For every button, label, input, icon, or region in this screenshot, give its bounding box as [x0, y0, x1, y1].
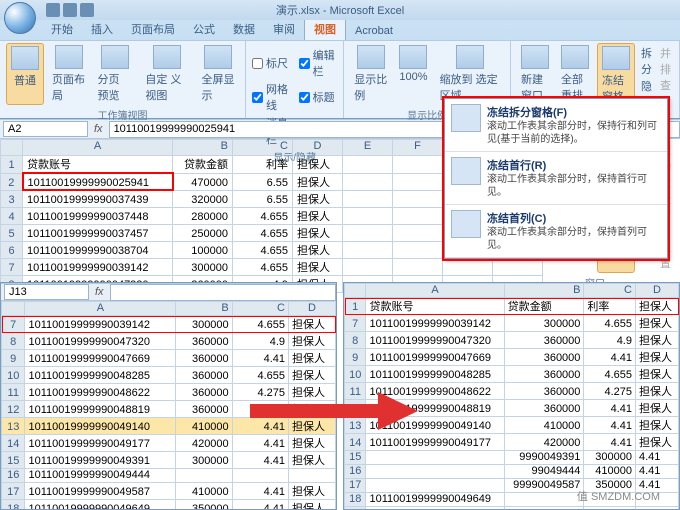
freeze-top-row-item[interactable]: 冻结首行(R)滚动工作表其余部分时，保持首行可见。	[445, 152, 667, 205]
freeze-panes-menu: 冻结拆分窗格(F)滚动工作表其余部分时，保持行和列可见(基于当前的选择)。 冻结…	[444, 98, 668, 259]
office-button[interactable]	[4, 2, 36, 34]
freeze-panes-item[interactable]: 冻结拆分窗格(F)滚动工作表其余部分时，保持行和列可见(基于当前的选择)。	[445, 99, 667, 152]
zoom-icon	[357, 45, 385, 69]
fullscreen-button[interactable]: 全屏显示	[198, 43, 240, 105]
new-window-icon	[521, 45, 549, 69]
split-button[interactable]: 拆分	[641, 45, 652, 77]
fullscreen-icon	[204, 45, 232, 69]
watermark: 值 SMZDM.COM	[577, 488, 660, 504]
formula-bar-checkbox[interactable]: 编辑栏	[299, 47, 338, 79]
freeze-panes-icon	[451, 104, 481, 132]
tab-view[interactable]: 视图	[304, 17, 346, 40]
normal-view-button[interactable]: 普通	[6, 43, 44, 105]
undo-icon[interactable]	[63, 3, 77, 17]
freeze-icon	[602, 46, 630, 70]
window-title: 演示.xlsx - Microsoft Excel	[276, 2, 404, 18]
ruler-checkbox[interactable]: 标尺	[252, 47, 291, 79]
zoom-100-button[interactable]: 100%	[395, 43, 431, 105]
arrange-icon	[561, 45, 589, 69]
page-break-icon	[101, 45, 129, 69]
tab-review[interactable]: 审阅	[264, 18, 304, 40]
freeze-first-col-item[interactable]: 冻结首列(C)滚动工作表其余部分时，保持首列可见。	[445, 205, 667, 258]
tab-data[interactable]: 数据	[224, 18, 264, 40]
zoom-sel-icon	[456, 45, 484, 69]
fx-icon[interactable]: fx	[94, 123, 103, 135]
custom-views-button[interactable]: 自定 义视图	[141, 43, 193, 105]
group-workbook-views: 普通 页面布局 分页 预览 自定 义视图 全屏显示 工作簿视图	[0, 41, 246, 118]
left-name-box[interactable]: J13	[4, 284, 89, 300]
freeze-row-icon	[451, 157, 481, 185]
page-layout-icon	[55, 45, 83, 69]
gridlines-checkbox[interactable]: 网格线	[252, 81, 291, 113]
name-box[interactable]: A2	[3, 121, 88, 137]
page-break-button[interactable]: 分页 预览	[94, 43, 138, 105]
arrow-annotation	[250, 390, 420, 430]
custom-views-icon	[153, 45, 181, 69]
page-layout-button[interactable]: 页面布局	[48, 43, 90, 105]
zoom-button[interactable]: 显示比例	[350, 43, 391, 105]
freeze-col-icon	[451, 210, 481, 238]
left-formula[interactable]	[110, 284, 336, 301]
tab-layout[interactable]: 页面布局	[122, 18, 184, 40]
zoom-100-icon	[399, 45, 427, 69]
qat	[46, 3, 94, 17]
tab-acrobat[interactable]: Acrobat	[346, 22, 402, 40]
tab-home[interactable]: 开始	[42, 18, 82, 40]
tab-insert[interactable]: 插入	[82, 18, 122, 40]
group-show-hide: 标尺 编辑栏 网格线 标题 消息栏 显示/隐藏	[246, 41, 344, 118]
headings-checkbox[interactable]: 标题	[299, 81, 338, 113]
fx-icon[interactable]: fx	[95, 286, 104, 298]
ribbon-tabs: 开始 插入 页面布局 公式 数据 审阅 视图 Acrobat	[0, 20, 680, 40]
save-icon[interactable]	[46, 3, 60, 17]
titlebar: 演示.xlsx - Microsoft Excel	[0, 0, 680, 20]
normal-view-icon	[11, 46, 39, 70]
redo-icon[interactable]	[80, 3, 94, 17]
tab-formulas[interactable]: 公式	[184, 18, 224, 40]
zoom-selection-button[interactable]: 缩放到 选定区域	[436, 43, 504, 105]
